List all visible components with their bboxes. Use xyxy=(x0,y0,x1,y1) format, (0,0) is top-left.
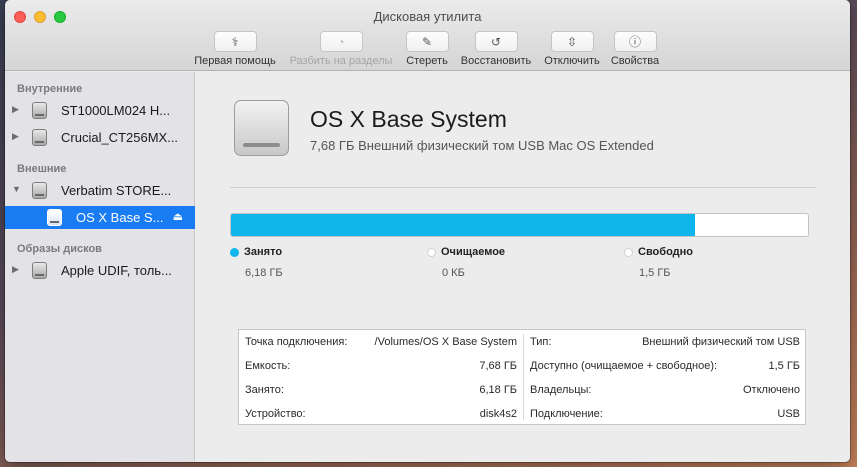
sidebar-item-os-x-base-system[interactable]: OS X Base S... ⏏ xyxy=(5,206,195,229)
used-color-dot xyxy=(230,247,239,257)
legend-free-value: 1,5 ГБ xyxy=(639,267,671,279)
info-table: Точка подключения: /Volumes/OS X Base Sys… xyxy=(238,329,806,425)
first-aid-label: Первая помощь xyxy=(194,55,276,67)
sidebar-item-label: ST1000LM024 H... xyxy=(61,103,171,118)
disk-image-icon xyxy=(32,262,47,279)
info-key: Подключение: xyxy=(530,408,603,420)
erase-label: Стереть xyxy=(406,55,448,67)
sidebar-item-label: OS X Base S... xyxy=(76,210,164,225)
legend-used-value: 6,18 ГБ xyxy=(245,267,283,279)
window-title: Дисковая утилита xyxy=(373,9,482,24)
info-row-connection: Подключение: USB xyxy=(524,402,806,426)
info-row-device: Устройство: disk4s2 xyxy=(239,402,523,426)
restore-icon: ↺ xyxy=(490,34,502,49)
info-value: Внешний физический том USB xyxy=(642,336,800,348)
usage-bar-used xyxy=(231,214,696,236)
info-value: disk4s2 xyxy=(479,408,517,420)
partition-icon: ◔ xyxy=(337,34,345,49)
disclosure-triangle-open-icon[interactable]: ▼ xyxy=(12,184,21,194)
info-right-column: Тип: Внешний физический том USB Доступно … xyxy=(524,330,806,424)
restore-label: Восстановить xyxy=(460,55,532,67)
hard-disk-icon xyxy=(32,129,47,146)
sidebar: Внутренние ▶ ST1000LM024 H... ▶ Crucial_… xyxy=(5,72,195,462)
restore-button[interactable]: ↺ Восстановить xyxy=(456,31,536,67)
legend-free-label: Свободно xyxy=(638,246,693,258)
sidebar-item-apple-udif[interactable]: ▶ Apple UDIF, толь... xyxy=(5,259,195,282)
unmount-button[interactable]: ⇳ Отключить xyxy=(540,31,604,67)
erase-button[interactable]: ✎ Стереть xyxy=(402,31,452,67)
unmount-label: Отключить xyxy=(544,55,600,67)
legend-free: Свободно 1,5 ГБ xyxy=(624,246,693,279)
volume-icon xyxy=(47,209,62,226)
info-row-capacity: Емкость: 7,68 ГБ xyxy=(239,354,523,378)
info-key: Устройство: xyxy=(245,408,306,420)
partition-button[interactable]: ◔ Разбить на разделы xyxy=(285,31,397,67)
toolbar: ⚕ Первая помощь ◔ Разбить на разделы ✎ С… xyxy=(5,31,850,71)
external-disk-icon xyxy=(32,182,47,199)
legend-purgeable: Очищаемое 0 КБ xyxy=(427,246,505,279)
sidebar-item-label: Crucial_CT256MX... xyxy=(61,130,179,145)
disclosure-triangle-icon[interactable]: ▶ xyxy=(12,131,19,142)
sidebar-item-verbatim[interactable]: ▼ Verbatim STORE... xyxy=(5,179,195,202)
sidebar-item-st1000[interactable]: ▶ ST1000LM024 H... xyxy=(5,99,195,122)
info-row-used: Занято: 6,18 ГБ xyxy=(239,378,523,402)
sidebar-item-label: Verbatim STORE... xyxy=(61,183,172,198)
disclosure-triangle-icon[interactable]: ▶ xyxy=(12,104,19,115)
divider xyxy=(230,187,816,188)
legend-purgeable-label: Очищаемое xyxy=(441,246,506,258)
eject-icon[interactable]: ⏏ xyxy=(173,210,183,223)
info-key: Точка подключения: xyxy=(245,336,348,348)
info-value: 6,18 ГБ xyxy=(479,384,517,396)
disclosure-triangle-icon[interactable]: ▶ xyxy=(12,264,19,275)
unmount-icon: ⇳ xyxy=(566,34,578,49)
erase-icon: ✎ xyxy=(421,34,433,49)
info-row-mount-point: Точка подключения: /Volumes/OS X Base Sys… xyxy=(239,330,523,354)
stethoscope-icon: ⚕ xyxy=(231,34,239,49)
info-value: 7,68 ГБ xyxy=(479,360,517,372)
info-row-owners: Владельцы: Отключено xyxy=(524,378,806,402)
legend-used: Занято 6,18 ГБ xyxy=(230,246,283,279)
info-key: Тип: xyxy=(530,336,552,348)
info-value: Отключено xyxy=(743,384,800,396)
detail-pane: OS X Base System 7,68 ГБ Внешний физичес… xyxy=(196,72,850,462)
hard-disk-icon xyxy=(32,102,47,119)
sidebar-item-label: Apple UDIF, толь... xyxy=(61,263,172,278)
sidebar-item-crucial[interactable]: ▶ Crucial_CT256MX... xyxy=(5,126,195,149)
info-row-type: Тип: Внешний физический том USB xyxy=(524,330,806,354)
info-icon: ⓘ xyxy=(628,35,641,49)
info-value: 1,5 ГБ xyxy=(768,360,800,372)
info-key: Доступно (очищаемое + свободное): xyxy=(530,360,718,372)
info-button[interactable]: ⓘ Свойства xyxy=(607,31,663,67)
volume-name: OS X Base System xyxy=(310,106,507,132)
info-row-available: Доступно (очищаемое + свободное): 1,5 ГБ xyxy=(524,354,806,378)
partition-label: Разбить на разделы xyxy=(289,55,393,67)
sidebar-section-disk-images: Образы дисков xyxy=(17,243,102,255)
info-left-column: Точка подключения: /Volumes/OS X Base Sys… xyxy=(239,330,523,424)
legend-used-label: Занято xyxy=(244,246,283,258)
titlebar: Дисковая утилита ⚕ Первая помощь ◔ Разби… xyxy=(5,0,850,71)
volume-description: 7,68 ГБ Внешний физический том USB Mac O… xyxy=(310,138,654,153)
info-value: USB xyxy=(777,408,800,420)
usage-bar xyxy=(230,213,809,237)
info-key: Занято: xyxy=(245,384,284,396)
legend-purgeable-value: 0 КБ xyxy=(442,267,465,279)
info-key: Владельцы: xyxy=(530,384,592,396)
sidebar-section-external: Внешние xyxy=(17,163,67,175)
first-aid-button[interactable]: ⚕ Первая помощь xyxy=(190,31,280,67)
info-key: Емкость: xyxy=(245,360,291,372)
info-value: /Volumes/OS X Base System xyxy=(374,336,517,348)
purgeable-color-dot xyxy=(427,247,436,257)
sidebar-section-internal: Внутренние xyxy=(17,83,83,95)
info-label: Свойства xyxy=(610,55,660,67)
disk-utility-window: Дисковая утилита ⚕ Первая помощь ◔ Разби… xyxy=(5,0,850,462)
external-disk-icon xyxy=(234,100,289,156)
free-color-dot xyxy=(624,247,633,257)
